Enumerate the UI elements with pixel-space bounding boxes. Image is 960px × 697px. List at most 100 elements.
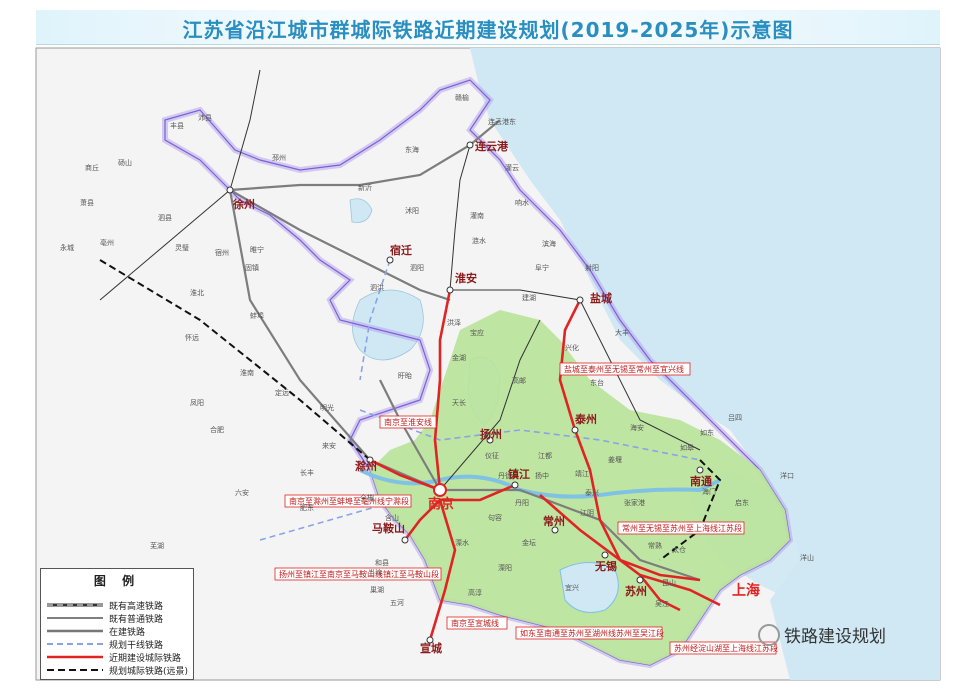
place-label: 响水 xyxy=(515,198,529,207)
place-label: 丹徒 xyxy=(498,471,512,480)
place-label: 全椒 xyxy=(360,493,374,502)
place-label: 射阳 xyxy=(585,263,599,272)
city-label-nanjing: 南京 xyxy=(428,496,454,512)
place-label: 溧水 xyxy=(455,538,469,547)
legend-item-near-term: 近期建设城际铁路 xyxy=(47,654,182,664)
place-label: 凤阳 xyxy=(190,398,204,407)
place-label: 宜兴 xyxy=(565,583,579,592)
place-label: 萧县 xyxy=(80,198,94,207)
place-label: 泰兴 xyxy=(585,488,599,497)
place-label: 常熟 xyxy=(648,541,662,550)
place-label: 江都 xyxy=(538,452,552,460)
route-label: 扬州至镇江至南京至马鞍山线镇江至马鞍山段 xyxy=(279,569,439,579)
place-label: 高邮 xyxy=(512,376,526,385)
place-label: 商丘 xyxy=(85,163,99,172)
place-label: 阜宁 xyxy=(535,263,549,272)
city-label: 马鞍山 xyxy=(372,521,405,535)
legend-item-construct: 在建铁路 xyxy=(47,628,146,638)
place-label: 丰县 xyxy=(170,121,184,130)
city-label: 苏州 xyxy=(625,584,647,598)
place-label: 灌云 xyxy=(505,163,519,172)
place-label: 兴化 xyxy=(565,343,579,352)
place-label: 东台 xyxy=(590,378,604,387)
place-label: 天长 xyxy=(452,398,466,407)
place-label: 灵璧 xyxy=(175,243,189,252)
place-label: 洋口 xyxy=(780,471,794,480)
place-label: 大丰 xyxy=(615,328,629,337)
city-label: 徐州 xyxy=(232,197,255,211)
place-label: 吴江 xyxy=(655,600,669,608)
city-label: 无锡 xyxy=(594,559,617,573)
place-label: 泗县 xyxy=(158,214,172,222)
city-label: 扬州 xyxy=(480,427,502,441)
place-label: 姜堰 xyxy=(608,455,622,464)
place-label: 海安 xyxy=(630,423,644,432)
watermark: 铁路建设规划 xyxy=(758,622,886,647)
place-label: 来安 xyxy=(322,441,336,450)
place-label: 五河 xyxy=(390,599,404,607)
place-label: 溧阳 xyxy=(498,563,512,572)
place-label: 赣榆 xyxy=(455,93,469,102)
place-label: 和县 xyxy=(375,558,389,567)
place-label: 当涂 xyxy=(368,568,382,577)
place-label: 江阴 xyxy=(580,508,594,517)
place-label: 盱眙 xyxy=(398,371,412,380)
place-label: 东海 xyxy=(405,145,419,154)
place-label: 沛县 xyxy=(198,113,212,122)
city-label: 盐城 xyxy=(590,291,612,305)
place-label: 如皋 xyxy=(680,443,694,452)
place-label: 怀远 xyxy=(185,333,199,342)
place-label: 固镇 xyxy=(245,263,259,272)
place-label: 灌南 xyxy=(470,211,484,220)
legend-item-plan-trunk: 规划干线铁路 xyxy=(47,641,164,651)
route-label: 南京至淮安线 xyxy=(384,417,432,427)
title-bar: 江苏省沿江城市群城际铁路近期建设规划(2019-2025年)示意图 xyxy=(36,10,940,45)
place-label: 昆山 xyxy=(662,578,676,587)
place-label: 启东 xyxy=(735,498,749,507)
city-label: 滁州 xyxy=(355,459,377,473)
place-label: 句容 xyxy=(488,513,502,522)
place-label: 亳州 xyxy=(100,238,114,247)
place-label: 滨海 xyxy=(542,239,556,248)
place-label: 仪征 xyxy=(485,451,499,460)
legend-title: 图 例 xyxy=(93,574,141,588)
place-label: 沭阳 xyxy=(405,206,419,215)
route-label: 盐城至泰州至无锡至常州至宜兴线 xyxy=(564,364,684,374)
place-label: 邳州 xyxy=(272,154,286,162)
place-label: 靖江 xyxy=(575,469,589,478)
place-label: 泗洪 xyxy=(370,283,384,292)
city-label: 常州 xyxy=(543,514,565,528)
legend: 图 例 既有高速铁路 既有普通铁路 在建铁路 规划干线铁路 近期建设城际铁路 规… xyxy=(40,568,194,680)
place-label: 巢湖 xyxy=(370,585,384,594)
nanjing-marker xyxy=(433,483,447,497)
legend-item-hsr: 既有高速铁路 xyxy=(47,602,164,612)
map-title: 江苏省沿江城市群城际铁路近期建设规划(2019-2025年)示意图 xyxy=(182,18,794,42)
place-label: 金湖 xyxy=(452,353,466,362)
place-label: 建湖 xyxy=(522,293,536,302)
place-label: 肥东 xyxy=(300,503,314,512)
place-label: 淮北 xyxy=(190,288,204,297)
place-label: 涟水 xyxy=(472,236,486,245)
place-label: 蚌埠 xyxy=(250,311,264,320)
legend-item-future: 规划城际铁路(远景) xyxy=(47,667,189,677)
city-label: 南通 xyxy=(690,474,712,488)
place-label: 永城 xyxy=(60,243,74,252)
place-label: 淮南 xyxy=(240,368,254,377)
route-label: 常州至无锡至苏州至上海线江苏段 xyxy=(622,523,742,533)
place-label: 太仓 xyxy=(672,545,686,554)
place-label: 洋山 xyxy=(800,553,814,562)
place-label: 高淳 xyxy=(468,588,482,597)
place-label: 长丰 xyxy=(300,468,314,477)
place-label: 砀山 xyxy=(118,158,132,167)
place-label: 宝应 xyxy=(470,328,484,337)
place-label: 睢宁 xyxy=(250,245,264,254)
route-label: 南京至宣城线 xyxy=(451,618,499,628)
place-label: 含山 xyxy=(385,513,399,522)
place-label: 六安 xyxy=(235,488,249,497)
shanghai-label: 上海 xyxy=(732,582,760,599)
place-label: 丹阳 xyxy=(515,498,529,507)
city-label: 连云港 xyxy=(475,139,509,153)
place-label: 宿州 xyxy=(215,248,229,257)
place-label: 明光 xyxy=(320,403,334,412)
place-label: 泗阳 xyxy=(410,263,424,272)
